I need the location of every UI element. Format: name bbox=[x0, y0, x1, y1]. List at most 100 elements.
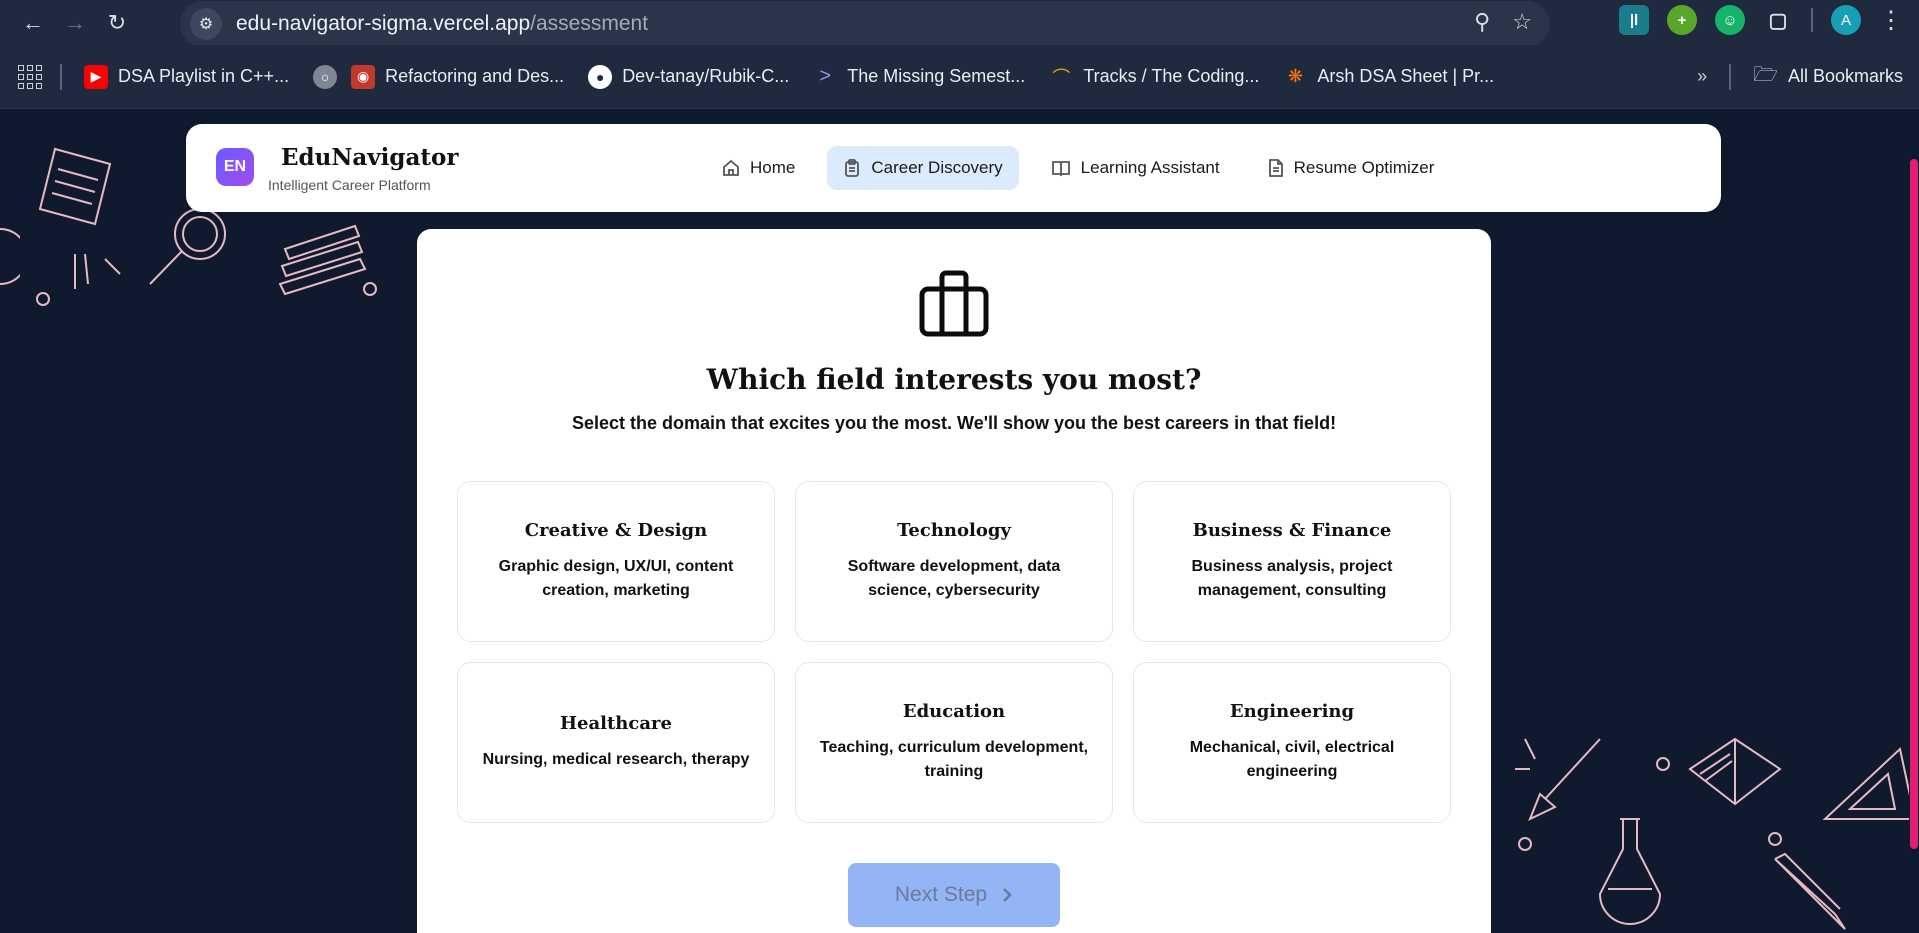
option-title: Education bbox=[902, 701, 1006, 722]
nav-home[interactable]: Home bbox=[706, 146, 811, 190]
forward-icon[interactable]: → bbox=[54, 2, 96, 44]
extension-chat-icon[interactable]: ☺ bbox=[1715, 5, 1745, 35]
circle-doodle-icon bbox=[1518, 837, 1532, 851]
circle-doodle-icon bbox=[36, 292, 50, 306]
chevron-right-icon bbox=[1003, 888, 1012, 902]
option-description: Software development, data science, cybe… bbox=[847, 558, 1061, 599]
option-description: Teaching, curriculum development, traini… bbox=[819, 739, 1089, 780]
magnifier-doodle-icon bbox=[149, 208, 226, 285]
profile-avatar[interactable]: A bbox=[1831, 5, 1861, 35]
extension-icon[interactable]: |l bbox=[1619, 5, 1649, 35]
rainbow-icon: ⌒ bbox=[1049, 64, 1074, 89]
raccoon-icon: ◉ bbox=[351, 64, 376, 89]
bookmarks-divider bbox=[60, 63, 62, 90]
nav-career-discovery[interactable]: Career Discovery bbox=[827, 146, 1019, 190]
notepad-doodle-icon bbox=[38, 147, 112, 226]
arc-doodle-icon bbox=[0, 228, 20, 285]
open-book-doodle-icon bbox=[1688, 737, 1782, 806]
page-scrollbar[interactable] bbox=[1909, 109, 1919, 933]
bookmark-tracks[interactable]: ⌒ Tracks / The Coding... bbox=[1049, 64, 1260, 89]
bookmark-label: The Missing Semest... bbox=[847, 66, 1026, 86]
site-info-icon[interactable]: ⚙ bbox=[190, 8, 222, 40]
menu-kebab-icon[interactable]: ⋮ bbox=[1879, 6, 1903, 35]
option-description: Business analysis, project management, c… bbox=[1191, 558, 1393, 599]
next-step-button[interactable]: Next Step bbox=[848, 863, 1060, 927]
extension-plus-icon[interactable]: + bbox=[1667, 5, 1697, 35]
option-title: Business & Finance bbox=[1192, 520, 1392, 541]
address-bar[interactable]: ⚙ edu-navigator-sigma.vercel.app/assessm… bbox=[180, 1, 1550, 47]
pencil-doodle-icon bbox=[1774, 852, 1846, 930]
bookmark-github[interactable]: ● Dev-tanay/Rubik-C... bbox=[588, 64, 790, 89]
option-title: Technology bbox=[897, 520, 1011, 541]
clipboard-icon bbox=[845, 159, 860, 177]
page-content: EN EduNavigator Intelligent Career Platf… bbox=[0, 109, 1919, 933]
youtube-icon: ▶ bbox=[84, 64, 108, 89]
bookmark-arsh-dsa[interactable]: ❋ Arsh DSA Sheet | Pr... bbox=[1283, 64, 1495, 89]
folder-icon: 🗁 bbox=[1753, 63, 1778, 86]
options-grid: Creative & Design Graphic design, UX/UI,… bbox=[457, 481, 1451, 823]
brand-tagline: Intelligent Career Platform bbox=[268, 177, 431, 193]
nav-label: Career Discovery bbox=[871, 158, 1003, 177]
apps-grid-icon[interactable] bbox=[18, 64, 42, 89]
bookmarks-divider bbox=[1729, 63, 1732, 90]
globe-icon: ○ bbox=[313, 64, 338, 89]
bookmark-star-icon[interactable]: ☆ bbox=[1512, 9, 1532, 35]
option-education[interactable]: Education Teaching, curriculum developme… bbox=[795, 662, 1113, 823]
all-bookmarks-label: All Bookmarks bbox=[1787, 66, 1903, 86]
option-business-finance[interactable]: Business & Finance Business analysis, pr… bbox=[1133, 481, 1451, 642]
bookmark-dsa-playlist[interactable]: ▶ DSA Playlist in C++... bbox=[84, 64, 290, 89]
main-nav: Home Career Discovery Learning Assistant… bbox=[706, 146, 1450, 190]
home-icon bbox=[723, 159, 739, 176]
bookmark-missing-semester[interactable]: > The Missing Semest... bbox=[813, 64, 1026, 89]
logo-badge[interactable]: EN bbox=[216, 148, 254, 186]
all-bookmarks-button[interactable]: 🗁 All Bookmarks bbox=[1753, 60, 1903, 94]
toolbar-divider bbox=[1811, 8, 1813, 32]
nav-label: Home bbox=[750, 158, 796, 177]
briefcase-icon bbox=[919, 270, 989, 337]
assessment-card: Which field interests you most? Select t… bbox=[417, 229, 1491, 933]
bookmark-label: DSA Playlist in C++... bbox=[118, 66, 290, 86]
option-description: Graphic design, UX/UI, content creation,… bbox=[498, 558, 734, 599]
option-healthcare[interactable]: Healthcare Nursing, medical research, th… bbox=[457, 662, 775, 823]
bookmark-label: Dev-tanay/Rubik-C... bbox=[622, 66, 790, 86]
nav-label: Resume Optimizer bbox=[1293, 158, 1435, 177]
chevron-right-icon: > bbox=[813, 64, 838, 89]
puzzle-icon[interactable]: ▢ bbox=[1763, 5, 1793, 35]
option-technology[interactable]: Technology Software development, data sc… bbox=[795, 481, 1113, 642]
more-bookmarks-icon[interactable]: » bbox=[1697, 66, 1707, 87]
github-icon: ● bbox=[588, 64, 613, 89]
back-icon[interactable]: ← bbox=[12, 2, 54, 44]
scrollbar-thumb[interactable] bbox=[1910, 159, 1918, 849]
book-icon bbox=[1051, 161, 1070, 177]
url-host: edu-navigator-sigma.vercel.app bbox=[236, 12, 531, 35]
zoom-icon[interactable]: ⚲ bbox=[1474, 9, 1490, 35]
reload-icon[interactable]: ↻ bbox=[96, 2, 138, 44]
bookmarks-bar: ▶ DSA Playlist in C++... ○ ◉ Refactoring… bbox=[0, 45, 1919, 109]
document-icon bbox=[1268, 159, 1283, 177]
bookmark-label: Tracks / The Coding... bbox=[1083, 66, 1260, 86]
nav-resume-optimizer[interactable]: Resume Optimizer bbox=[1252, 146, 1451, 190]
next-step-label: Next Step bbox=[894, 883, 988, 906]
bookmark-label: Refactoring and Des... bbox=[385, 66, 565, 86]
browser-toolbar: ← → ↻ ⚙ edu-navigator-sigma.vercel.app/a… bbox=[0, 0, 1919, 47]
triangle-ruler-doodle-icon bbox=[1822, 747, 1917, 820]
sparkle-doodle-icon bbox=[74, 253, 121, 289]
option-title: Healthcare bbox=[560, 713, 672, 734]
bookmark-globe[interactable]: ○ bbox=[313, 64, 338, 89]
app-navbar: EN EduNavigator Intelligent Career Platf… bbox=[186, 124, 1721, 212]
nav-label: Learning Assistant bbox=[1080, 158, 1220, 177]
question-subtitle: Select the domain that excites you the m… bbox=[571, 413, 1337, 433]
question-title: Which field interests you most? bbox=[706, 363, 1202, 396]
flask-doodle-icon bbox=[1598, 818, 1662, 925]
option-creative-design[interactable]: Creative & Design Graphic design, UX/UI,… bbox=[457, 481, 775, 642]
circle-doodle-icon bbox=[1656, 757, 1670, 771]
brand-name[interactable]: EduNavigator bbox=[281, 144, 458, 171]
url-text[interactable]: edu-navigator-sigma.vercel.app/assessmen… bbox=[236, 12, 648, 36]
option-engineering[interactable]: Engineering Mechanical, civil, electrica… bbox=[1133, 662, 1451, 823]
option-title: Engineering bbox=[1229, 701, 1355, 722]
bookmark-refactoring[interactable]: ◉ Refactoring and Des... bbox=[351, 64, 565, 89]
url-path: /assessment bbox=[530, 12, 649, 35]
option-description: Mechanical, civil, electrical engineerin… bbox=[1189, 739, 1395, 780]
bookmark-label: Arsh DSA Sheet | Pr... bbox=[1317, 66, 1495, 86]
nav-learning-assistant[interactable]: Learning Assistant bbox=[1035, 146, 1236, 190]
